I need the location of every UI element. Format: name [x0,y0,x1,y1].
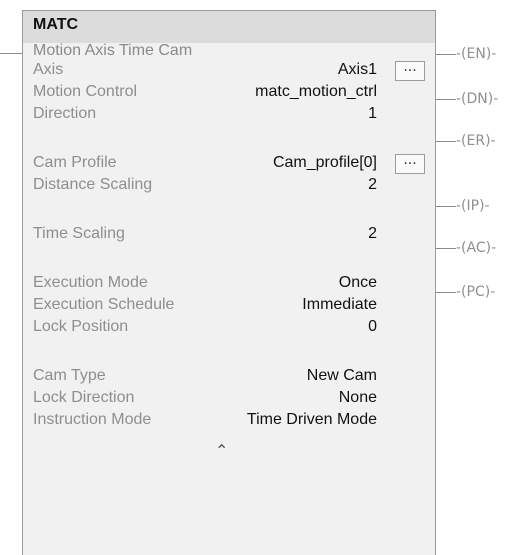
direction-label: Direction [33,105,97,122]
output-er: -(ER)- [436,131,514,151]
axis-label: Axis [33,61,64,78]
distance-scaling-value[interactable]: 2 [368,176,377,194]
lock-direction-label: Lock Direction [33,389,135,406]
axis-value[interactable]: Axis1 [338,61,377,79]
output-dn-label: -(DN)- [456,91,499,107]
execution-mode-value[interactable]: Once [339,274,377,292]
input-rung-line [0,53,22,54]
cam-type-label: Cam Type [33,367,106,384]
output-ac-label: -(AC)- [456,240,497,256]
output-ac: -(AC)- [436,238,514,258]
lock-position-value[interactable]: 0 [368,318,377,336]
matc-instruction-block[interactable]: MATC Motion Axis Time Cam Axis Axis1 ...… [22,10,436,555]
lock-direction-value[interactable]: None [339,389,377,407]
cam-profile-label: Cam Profile [33,154,117,171]
output-pc-label: -(PC)- [456,284,496,300]
time-scaling-label: Time Scaling [33,225,125,242]
output-en: -(EN)- [436,44,514,64]
time-scaling-value[interactable]: 2 [368,225,377,243]
output-er-label: -(ER)- [456,133,496,149]
instruction-header [23,11,435,43]
execution-schedule-label: Execution Schedule [33,296,175,313]
direction-value[interactable]: 1 [368,105,377,123]
axis-browse-button[interactable]: ... [395,60,425,81]
lock-position-label: Lock Position [33,318,129,335]
motion-control-label: Motion Control [33,83,138,100]
instruction-mnemonic: MATC [33,16,79,33]
cam-type-value[interactable]: New Cam [307,367,377,385]
output-en-label: -(EN)- [456,46,497,62]
instruction-title: Motion Axis Time Cam [33,42,193,59]
output-pc: -(PC)- [436,282,514,302]
motion-control-value[interactable]: matc_motion_ctrl [255,83,377,101]
instruction-mode-value[interactable]: Time Driven Mode [247,411,377,429]
distance-scaling-label: Distance Scaling [33,176,153,193]
output-ip: -(IP)- [436,196,514,216]
execution-schedule-value[interactable]: Immediate [302,296,377,314]
output-ip-label: -(IP)- [456,198,490,214]
collapse-chevron-icon[interactable]: ⌃ [215,441,228,460]
cam-profile-value[interactable]: Cam_profile[0] [273,154,377,172]
instruction-mode-label: Instruction Mode [33,411,152,428]
cam-profile-browse-button[interactable]: ... [395,153,425,174]
output-dn: -(DN)- [436,89,514,109]
execution-mode-label: Execution Mode [33,274,148,291]
